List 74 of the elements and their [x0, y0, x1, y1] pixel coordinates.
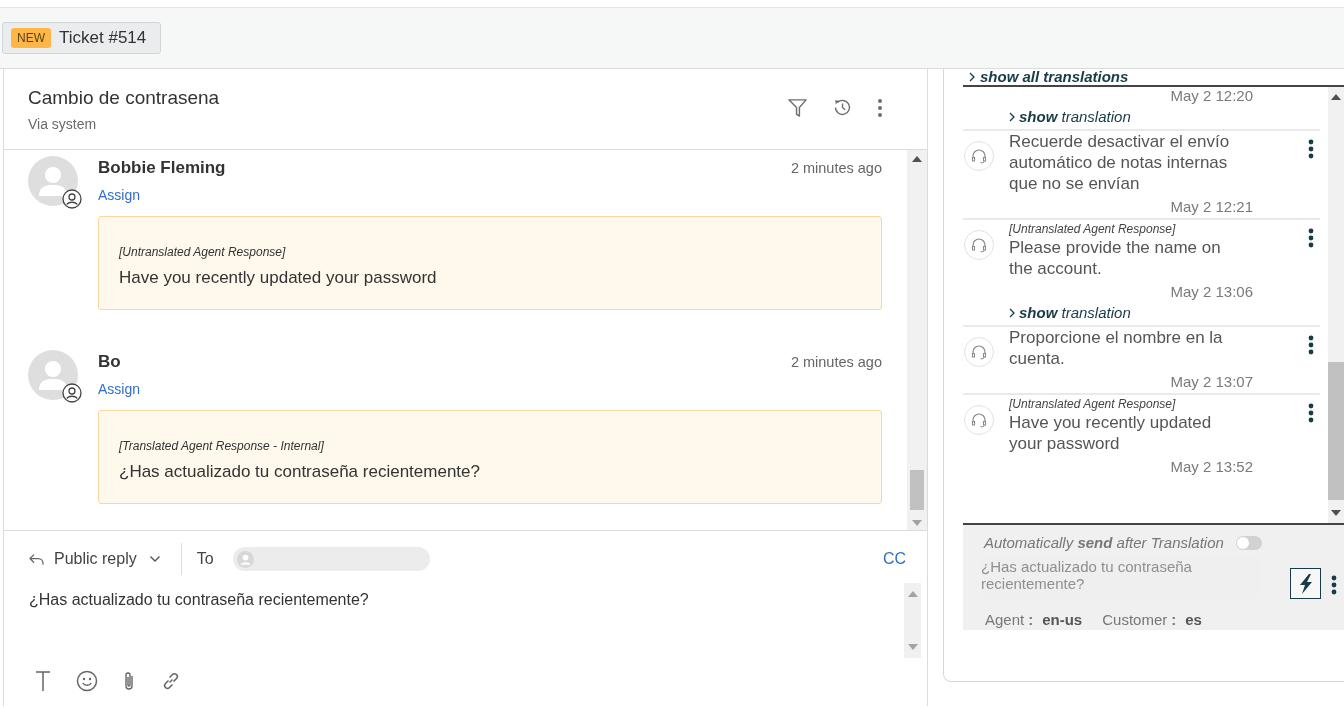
- message-time: 2 minutes ago: [790, 354, 882, 370]
- scroll-up-icon[interactable]: [1331, 94, 1341, 100]
- more-icon[interactable]: [1308, 228, 1314, 248]
- more-icon[interactable]: [877, 97, 883, 118]
- ticket-source: Via system: [28, 115, 98, 133]
- scroll-down-icon[interactable]: [1331, 510, 1341, 516]
- message-text: Please provide the name on the account.: [1009, 237, 1222, 279]
- person-icon: [236, 550, 254, 568]
- message-time: May 2 12:21: [1170, 198, 1253, 215]
- scrollbar-thumb[interactable]: [1328, 362, 1344, 500]
- message-time: May 2 13:07: [1170, 373, 1253, 390]
- text-format-icon[interactable]: [34, 670, 52, 692]
- caret-icon: [148, 555, 161, 563]
- translation-composer[interactable]: Automatically send after Translation ¿Has actualizado tu contraseña recientemente? Agent : en-us Customer : es: [963, 525, 1344, 630]
- message-time: 2 minutes ago: [790, 160, 882, 176]
- headset-icon: [964, 337, 994, 367]
- message-text: Recuerde desactivar el envío automático de notas internas que no se envían: [1009, 131, 1231, 194]
- reply-mode-dropdown[interactable]: Public reply: [28, 543, 161, 575]
- toggle-switch[interactable]: [1235, 536, 1262, 550]
- headset-icon: [964, 230, 994, 260]
- language-label: Agent: [985, 611, 1025, 629]
- colon-separator: :: [1171, 611, 1177, 629]
- message-time: May 2 12:20: [1170, 87, 1253, 104]
- person-circle-icon: [62, 189, 82, 209]
- show-translation-link[interactable]: show translation: [1009, 303, 1131, 323]
- headset-icon: [964, 405, 994, 435]
- chevron-right-icon: [1009, 112, 1015, 122]
- language-code: en-us: [1042, 611, 1083, 629]
- message-time: May 2 13:52: [1170, 458, 1253, 475]
- message-text: Have you recently updated your password: [1009, 412, 1213, 454]
- note-label: [Translated Agent Response - Internal]: [119, 438, 325, 454]
- ticket-title: Cambio de contrasena: [28, 86, 220, 110]
- author-name: Bobbie Fleming: [98, 158, 226, 178]
- message-text: Proporcione el nombre en la cuenta.: [1009, 327, 1224, 369]
- cc-link[interactable]: CC: [882, 550, 906, 568]
- paperclip-icon[interactable]: [122, 670, 136, 692]
- lightning-icon: [1298, 573, 1313, 594]
- scrollbar[interactable]: [1328, 87, 1344, 523]
- to-label: To: [196, 550, 214, 568]
- filter-icon[interactable]: [787, 97, 808, 118]
- person-circle-icon: [62, 383, 82, 403]
- chevron-right-icon: [1009, 308, 1015, 318]
- scroll-up-icon[interactable]: [912, 156, 922, 162]
- scrollbar-thumb[interactable]: [910, 470, 924, 510]
- status-badge: NEW: [11, 28, 51, 48]
- scrollbar[interactable]: [907, 150, 927, 530]
- message-label: [Untranslated Agent Response]: [1009, 397, 1177, 412]
- avatar-icon: [28, 156, 78, 206]
- message-label: [Untranslated Agent Response]: [1009, 222, 1177, 237]
- emoji-icon[interactable]: [76, 670, 98, 692]
- auto-send-label: Automatically send after Translation: [984, 534, 1224, 552]
- more-icon[interactable]: [1308, 335, 1314, 355]
- more-icon[interactable]: [1308, 139, 1314, 159]
- assign-link[interactable]: Assign: [98, 380, 141, 398]
- note-label: [Untranslated Agent Response]: [119, 244, 287, 260]
- send-button[interactable]: [1290, 568, 1321, 599]
- more-icon[interactable]: [1331, 575, 1337, 595]
- colon-separator: :: [1028, 611, 1034, 629]
- language-label: Customer: [1102, 611, 1168, 629]
- avatar-icon: [28, 350, 78, 400]
- assign-link[interactable]: Assign: [98, 186, 141, 204]
- headset-icon: [964, 141, 994, 171]
- message-text: Have you recently updated your password: [119, 267, 438, 289]
- show-all-translations-link[interactable]: show all translations: [963, 69, 1129, 85]
- ticket-tab[interactable]: NEW Ticket #514: [2, 22, 162, 54]
- reply-arrow-icon: [28, 552, 45, 566]
- more-icon[interactable]: [1308, 403, 1314, 423]
- language-code: es: [1185, 611, 1202, 629]
- author-name: Bo: [98, 352, 121, 372]
- show-translation-link[interactable]: show translation: [1009, 107, 1131, 127]
- chevron-right-icon: [969, 72, 975, 82]
- message-time: May 2 13:06: [1170, 283, 1253, 300]
- message-text: ¿Has actualizado tu contraseña recientemente?: [119, 461, 481, 483]
- history-icon[interactable]: [832, 97, 853, 118]
